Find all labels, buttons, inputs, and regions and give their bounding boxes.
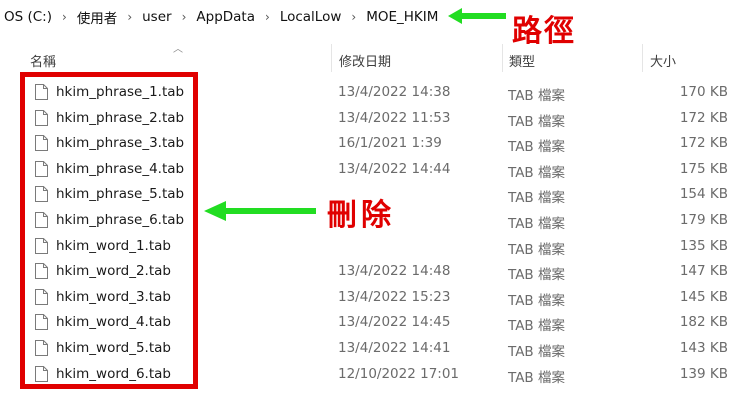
file-modified: 13/4/2022 14:45 (338, 314, 451, 331)
chevron-right-icon[interactable]: › (182, 10, 187, 24)
file-type: TAB 檔案 (508, 190, 565, 207)
file-modified: 12/10/2022 17:01 (338, 365, 460, 382)
chevron-right-icon[interactable]: › (265, 10, 270, 24)
file-size: 135 KB (679, 237, 728, 254)
file-modified: 13/4/2022 14:44 (338, 160, 451, 177)
breadcrumb-item-user[interactable]: user (142, 9, 171, 25)
file-type: TAB 檔案 (508, 215, 565, 232)
column-header-size[interactable]: 大小 (650, 51, 676, 70)
file-size: 175 KB (679, 160, 728, 177)
breadcrumb-item-users[interactable]: 使用者 (77, 7, 118, 27)
file-size: 147 KB (679, 263, 728, 280)
file-modified: 13/4/2022 14:41 (338, 339, 451, 356)
file-modified: 13/4/2022 11:53 (338, 109, 451, 126)
file-size: 179 KB (679, 211, 728, 228)
chevron-right-icon[interactable]: › (127, 10, 132, 24)
file-type: TAB 檔案 (508, 88, 565, 104)
file-size: 139 KB (679, 365, 728, 382)
delete-arrow-icon (204, 201, 316, 221)
breadcrumb-item-drive[interactable]: OS (C:) (4, 9, 52, 25)
file-type: TAB 檔案 (508, 164, 565, 181)
delete-annotation: 刪除 (327, 198, 395, 233)
file-modified: 13/4/2022 14:48 (338, 263, 451, 280)
file-type: TAB 檔案 (508, 369, 565, 386)
file-size: 170 KB (679, 84, 728, 100)
highlight-box (20, 72, 198, 389)
file-size: 145 KB (679, 288, 728, 305)
file-size: 143 KB (679, 339, 728, 356)
column-divider[interactable] (502, 44, 503, 72)
path-arrow-icon (448, 8, 506, 24)
file-type: TAB 檔案 (508, 241, 565, 258)
column-header-type[interactable]: 類型 (509, 51, 535, 70)
file-type: TAB 檔案 (508, 318, 565, 335)
breadcrumb: OS (C:) › 使用者 › user › AppData › LocalLo… (4, 6, 438, 28)
breadcrumb-item-moe-hkim[interactable]: MOE_HKIM (366, 9, 438, 25)
column-divider[interactable] (642, 44, 643, 72)
file-size: 154 KB (679, 186, 728, 203)
sort-ascending-icon: ︿ (173, 44, 183, 55)
file-type: TAB 檔案 (508, 113, 565, 130)
chevron-right-icon[interactable]: › (62, 10, 67, 24)
breadcrumb-item-appdata[interactable]: AppData (196, 9, 255, 25)
chevron-right-icon[interactable]: › (351, 10, 356, 24)
file-type: TAB 檔案 (508, 267, 565, 284)
file-modified: 16/1/2021 1:39 (338, 135, 442, 152)
column-divider[interactable] (331, 44, 332, 72)
file-modified: 13/4/2022 15:23 (338, 288, 451, 305)
file-size: 172 KB (679, 109, 728, 126)
file-type: TAB 檔案 (508, 292, 565, 309)
file-type: TAB 檔案 (508, 139, 565, 156)
file-type: TAB 檔案 (508, 343, 565, 360)
file-size: 172 KB (679, 135, 728, 152)
column-header-row: ︿ 名稱 修改日期 類型 大小 (0, 44, 741, 72)
column-header-name[interactable]: 名稱 (30, 51, 56, 70)
file-modified: 13/4/2022 14:38 (338, 84, 451, 100)
column-header-modified[interactable]: 修改日期 (339, 51, 391, 70)
file-size: 182 KB (679, 314, 728, 331)
breadcrumb-item-locallow[interactable]: LocalLow (280, 9, 342, 25)
